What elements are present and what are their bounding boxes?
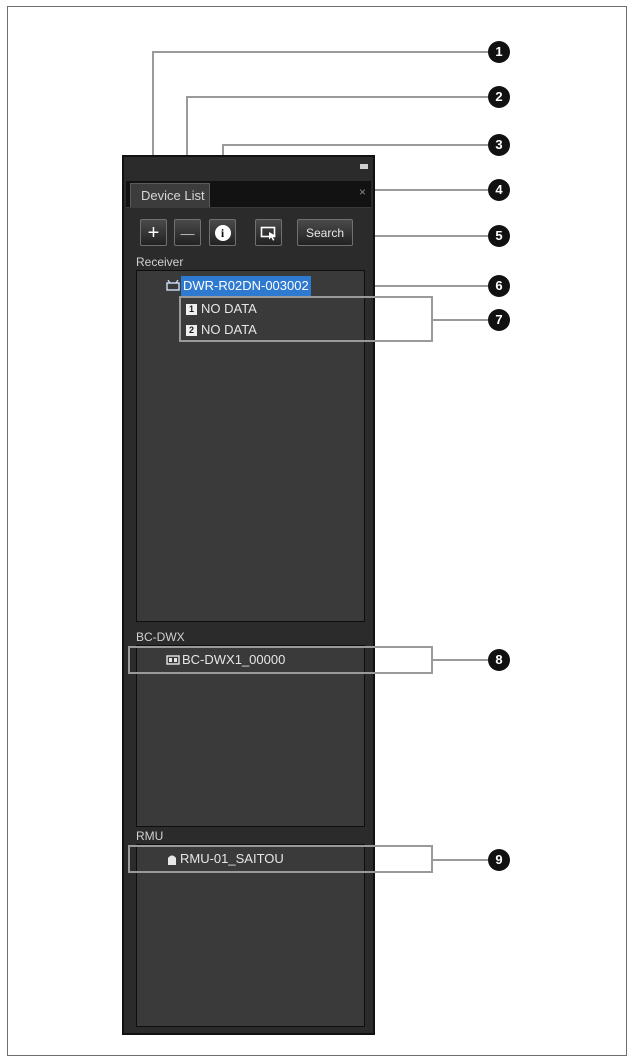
receiver-device-row[interactable]: DWR-R02DN-003002 (166, 276, 311, 296)
rmu-icon (168, 855, 176, 865)
callout-1: 1 (488, 41, 510, 63)
rmu-device-row[interactable]: RMU-01_SAITOU (166, 849, 284, 869)
window-grip[interactable] (360, 164, 368, 169)
bcdwx-device-row[interactable]: BC-DWX1_00000 (166, 650, 285, 670)
info-button[interactable]: i (209, 219, 236, 246)
charger-icon (166, 655, 180, 665)
callout-5: 5 (488, 225, 510, 247)
section-label-bcdwx: BC-DWX (136, 630, 185, 644)
add-device-button[interactable]: + (140, 219, 167, 246)
receiver-device-label: DWR-R02DN-003002 (181, 276, 311, 296)
channel-row-2[interactable]: 2 NO DATA (186, 320, 257, 340)
callout-2: 2 (488, 86, 510, 108)
tab-device-list[interactable]: Device List (130, 183, 210, 207)
callout-6: 6 (488, 275, 510, 297)
channel-1-badge: 1 (186, 303, 197, 315)
callout-4: 4 (488, 179, 510, 201)
channel-row-1[interactable]: 1 NO DATA (186, 299, 257, 319)
info-icon: i (214, 224, 231, 241)
callout-7: 7 (488, 309, 510, 331)
plus-icon: + (147, 221, 160, 244)
monitor-cursor-icon (260, 226, 276, 241)
channel-1-label: NO DATA (201, 301, 257, 316)
section-label-rmu: RMU (136, 829, 164, 843)
monitor-button[interactable] (255, 219, 282, 246)
callout-3: 3 (488, 134, 510, 156)
section-label-receiver: Receiver (136, 255, 184, 269)
close-icon[interactable]: × (359, 185, 366, 199)
bcdwx-device-label: BC-DWX1_00000 (182, 652, 286, 667)
rmu-device-label: RMU-01_SAITOU (180, 851, 284, 866)
channel-2-badge: 2 (186, 324, 197, 336)
remove-device-button[interactable]: — (174, 219, 201, 246)
callout-9: 9 (488, 849, 510, 871)
search-button[interactable]: Search (297, 219, 353, 246)
channel-2-label: NO DATA (201, 322, 257, 337)
minus-icon: — (180, 224, 195, 241)
receiver-icon (166, 280, 180, 291)
callout-8: 8 (488, 649, 510, 671)
